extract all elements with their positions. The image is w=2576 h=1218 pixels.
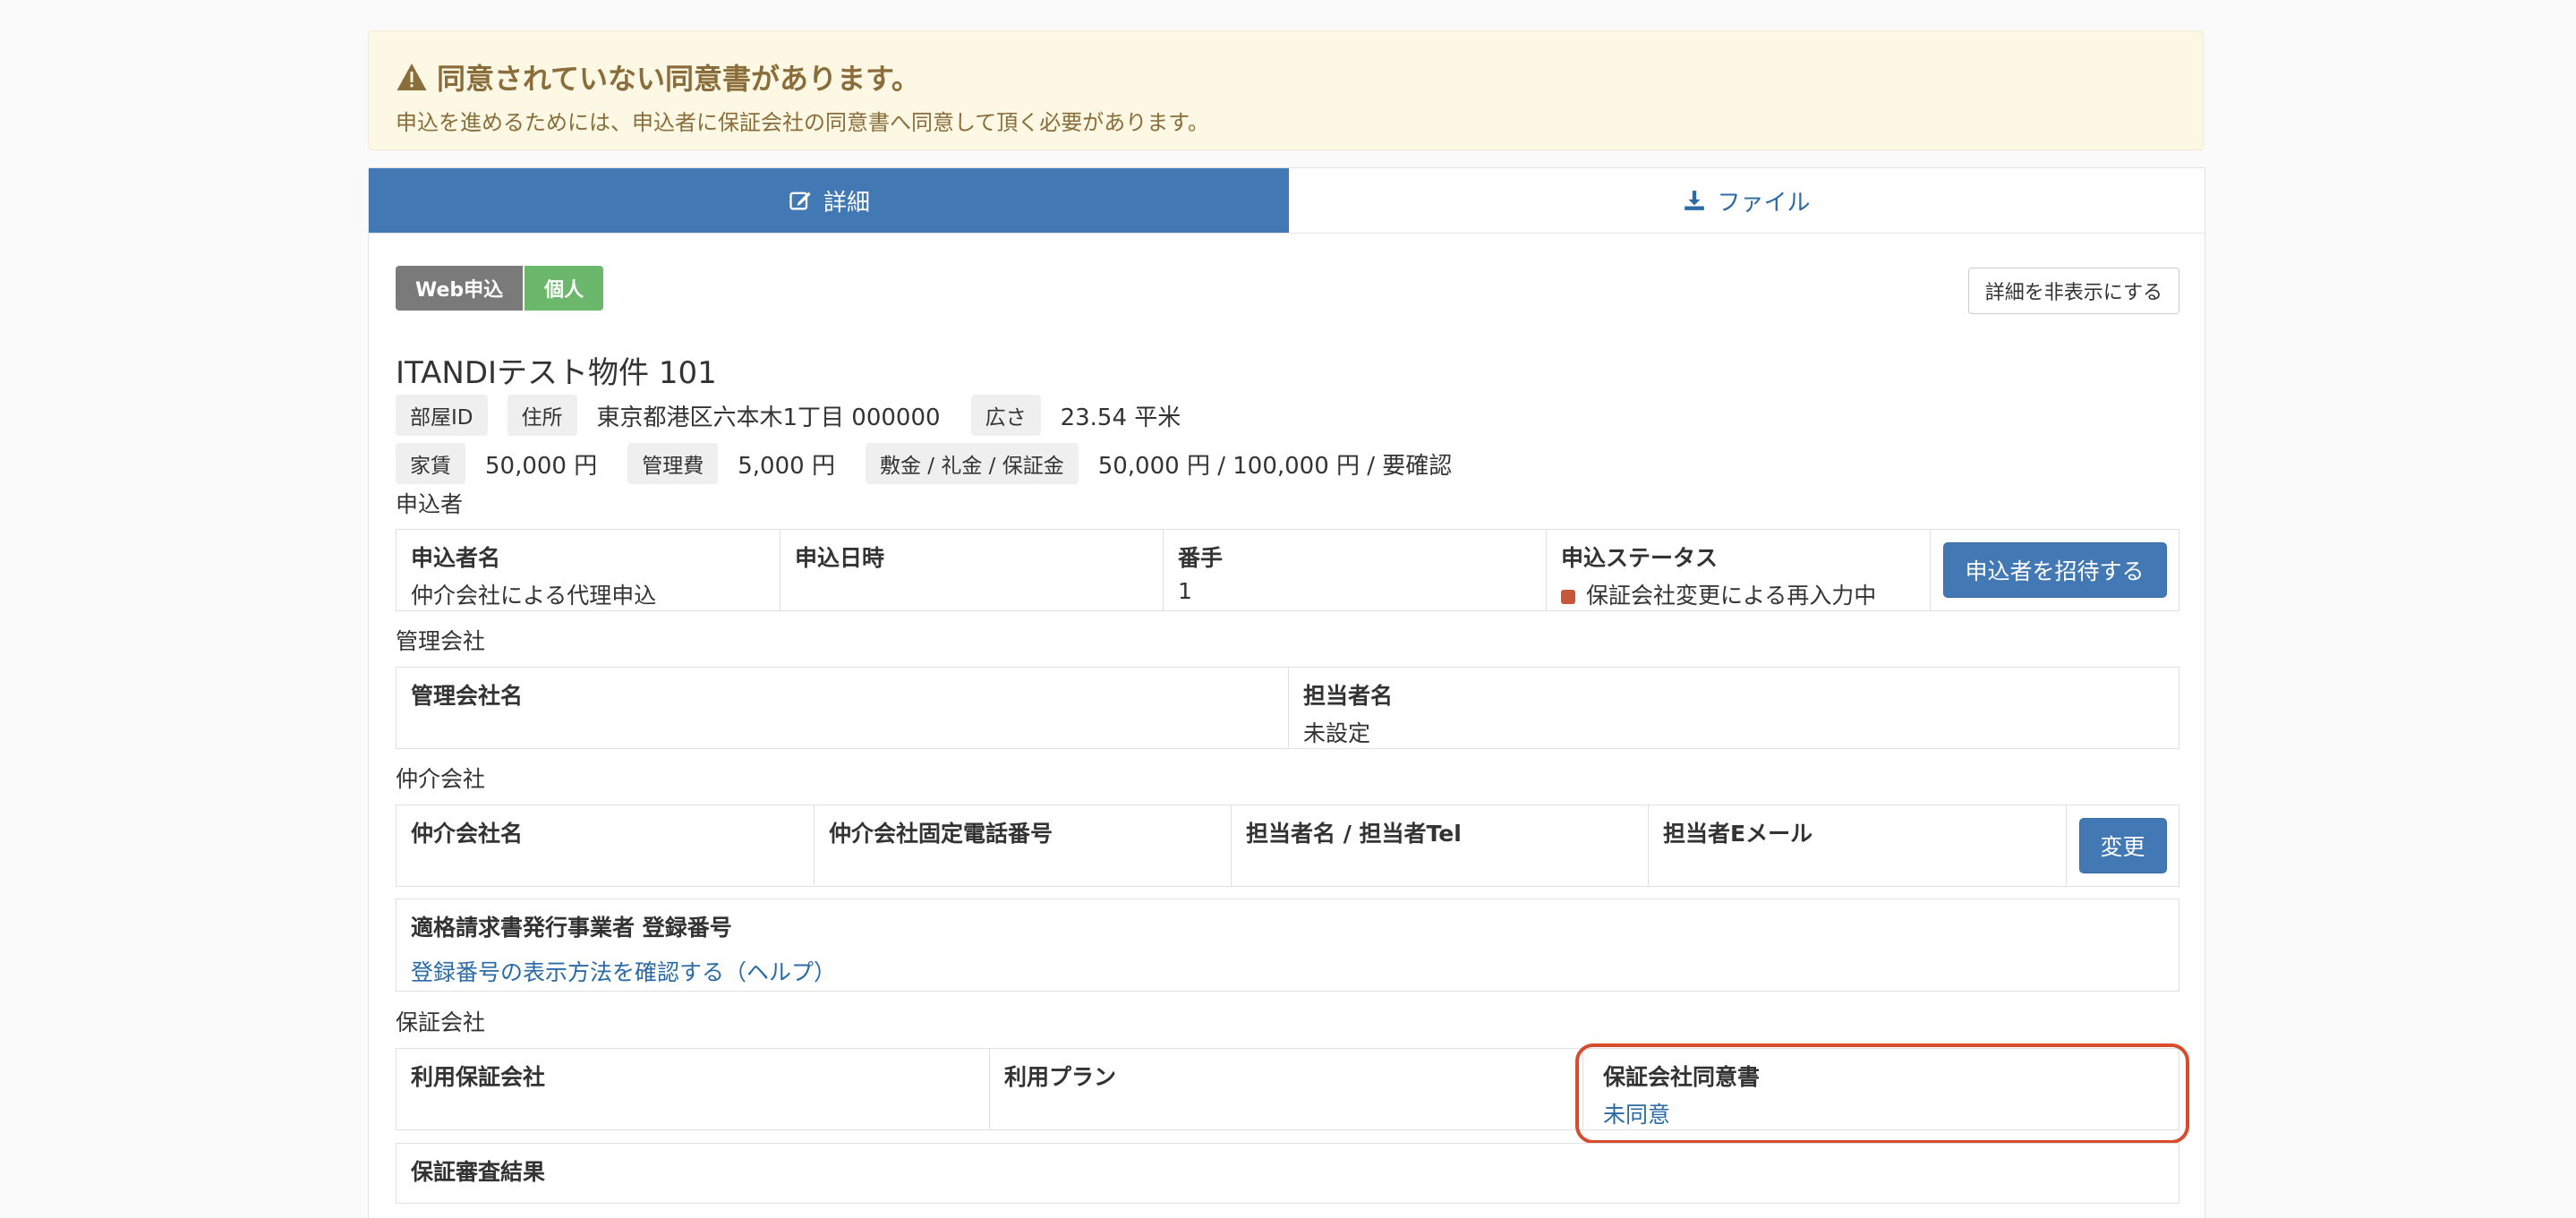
deposit-value: 50,000 円 / 100,000 円 / 要確認 xyxy=(1097,452,1453,480)
management-section-label: 管理会社 xyxy=(396,628,486,654)
management-company-label: 管理会社名 xyxy=(411,683,524,709)
alert-title-text: 同意されていない同意書があります。 xyxy=(437,62,920,96)
guarantor-plan-cell: 利用プラン xyxy=(990,1049,1583,1129)
tab-details-label: 詳細 xyxy=(823,189,870,217)
guarantor-company-cell: 利用保証会社 xyxy=(397,1049,990,1129)
rent-value: 50,000 円 xyxy=(485,452,598,480)
guarantor-company-label: 利用保証会社 xyxy=(411,1064,546,1090)
fee-value: 5,000 円 xyxy=(738,452,835,480)
application-status-text: 保証会社変更による再入力中 xyxy=(1586,583,1877,609)
broker-person-label: 担当者名 / 担当者Tel xyxy=(1246,821,1462,847)
guarantor-consent-link[interactable]: 未同意 xyxy=(1603,1097,2164,1129)
details-panel: Web申込 個人 詳細を非表示にする ITANDIテスト物件 101 部屋ID … xyxy=(368,234,2205,1218)
invoice-box: 適格請求書発行事業者 登録番号 登録番号の表示方法を確認する（ヘルプ） xyxy=(396,899,2179,992)
management-company-cell: 管理会社名 xyxy=(397,668,1289,748)
order-value: 1 xyxy=(1178,578,1192,604)
broker-email-cell: 担当者Eメール xyxy=(1649,805,2067,886)
web-application-badge: Web申込 xyxy=(396,266,524,311)
fee-chip: 管理費 xyxy=(627,443,719,484)
property-title: ITANDIテスト物件 101 xyxy=(396,355,717,391)
management-person-label: 担当者名 xyxy=(1303,683,1394,709)
broker-box: 仲介会社名 仲介会社固定電話番号 担当者名 / 担当者Tel 担当者Eメール 変… xyxy=(396,805,2179,887)
applicant-name-value: 仲介会社による代理申込 xyxy=(411,583,657,609)
area-value: 23.54 平米 xyxy=(1060,404,1181,431)
alert-body: 申込を進めるためには、申込者に保証会社の同意書へ同意して頂く必要があります。 xyxy=(396,110,1209,135)
guarantor-plan-label: 利用プラン xyxy=(1004,1064,1117,1090)
broker-phone-cell: 仲介会社固定電話番号 xyxy=(815,805,1232,886)
broker-section-label: 仲介会社 xyxy=(396,766,486,792)
guarantor-result-box: 保証審査結果 xyxy=(396,1143,2179,1204)
edit-icon xyxy=(789,192,811,210)
management-person-value: 未設定 xyxy=(1303,720,1371,746)
applicant-section-label: 申込者 xyxy=(396,491,464,517)
broker-company-cell: 仲介会社名 xyxy=(397,805,815,886)
broker-change-cell: 変更 xyxy=(2067,805,2179,886)
guarantor-section-label: 保証会社 xyxy=(396,1009,486,1035)
invoice-cell: 適格請求書発行事業者 登録番号 登録番号の表示方法を確認する（ヘルプ） xyxy=(397,899,2179,998)
room-id-chip: 部屋ID xyxy=(396,395,488,436)
guarantor-box: 利用保証会社 利用プラン 保証会社同意書 未同意 xyxy=(396,1048,2179,1130)
property-meta-row-2: 家賃 50,000 円 管理費 5,000 円 敷金 / 礼金 / 保証金 50… xyxy=(396,443,1482,484)
invoice-label: 適格請求書発行事業者 登録番号 xyxy=(411,915,732,941)
management-box: 管理会社名 担当者名 未設定 xyxy=(396,667,2179,749)
property-meta-row-1: 部屋ID 住所 東京都港区六本木1丁目 000000 広さ 23.54 平米 xyxy=(396,395,1211,436)
application-date-label: 申込日時 xyxy=(795,545,885,571)
warning-icon xyxy=(397,64,427,90)
broker-email-label: 担当者Eメール xyxy=(1663,821,1813,847)
applicant-name-label: 申込者名 xyxy=(411,545,501,571)
invite-cell: 申込者を招待する xyxy=(1931,530,2179,610)
invite-applicant-button[interactable]: 申込者を招待する xyxy=(1942,542,2167,598)
address-chip: 住所 xyxy=(507,395,577,436)
broker-company-label: 仲介会社名 xyxy=(411,821,524,847)
download-icon xyxy=(1685,191,1705,210)
order-label: 番手 xyxy=(1178,545,1224,571)
tab-details[interactable]: 詳細 xyxy=(369,168,1289,233)
change-broker-button[interactable]: 変更 xyxy=(2078,818,2167,873)
hide-details-button[interactable]: 詳細を非表示にする xyxy=(1967,268,2179,314)
application-status-label: 申込ステータス xyxy=(1561,545,1719,571)
individual-badge: 個人 xyxy=(525,266,604,311)
application-status-cell: 申込ステータス 保証会社変更による再入力中 xyxy=(1547,530,1931,610)
application-status-value: 保証会社変更による再入力中 xyxy=(1561,578,1915,610)
tab-files-label: ファイル xyxy=(1717,189,1811,217)
guarantor-consent-cell: 保証会社同意書 未同意 xyxy=(1583,1049,2179,1129)
guarantor-result-label: 保証審査結果 xyxy=(411,1159,546,1185)
alert-title: 同意されていない同意書があります。 xyxy=(396,56,920,98)
address-value: 東京都港区六本木1丁目 000000 xyxy=(596,404,941,431)
deposit-chip: 敷金 / 礼金 / 保証金 xyxy=(865,443,1079,484)
consent-alert: 同意されていない同意書があります。 申込を進めるためには、申込者に保証会社の同意… xyxy=(368,30,2204,150)
area-chip: 広さ xyxy=(970,395,1041,436)
invoice-help-link[interactable]: 登録番号の表示方法を確認する（ヘルプ） xyxy=(411,955,2164,987)
application-badges: Web申込 個人 xyxy=(396,266,604,311)
applicant-box: 申込者名 仲介会社による代理申込 申込日時 番手 1 申込ステータス 保証会社変… xyxy=(396,529,2179,611)
broker-person-cell: 担当者名 / 担当者Tel xyxy=(1232,805,1649,886)
guarantor-consent-label: 保証会社同意書 xyxy=(1603,1064,1761,1090)
order-cell: 番手 1 xyxy=(1164,530,1547,610)
tab-files[interactable]: ファイル xyxy=(1289,168,2205,233)
application-date-cell: 申込日時 xyxy=(780,530,1164,610)
tab-bar: 詳細 ファイル xyxy=(368,167,2205,234)
guarantor-result-cell: 保証審査結果 xyxy=(397,1144,559,1203)
rent-chip: 家賃 xyxy=(396,443,465,484)
management-person-cell: 担当者名 未設定 xyxy=(1289,668,2179,748)
applicant-name-cell: 申込者名 仲介会社による代理申込 xyxy=(397,530,780,610)
broker-phone-label: 仲介会社固定電話番号 xyxy=(829,821,1053,847)
status-indicator-icon xyxy=(1561,590,1575,604)
